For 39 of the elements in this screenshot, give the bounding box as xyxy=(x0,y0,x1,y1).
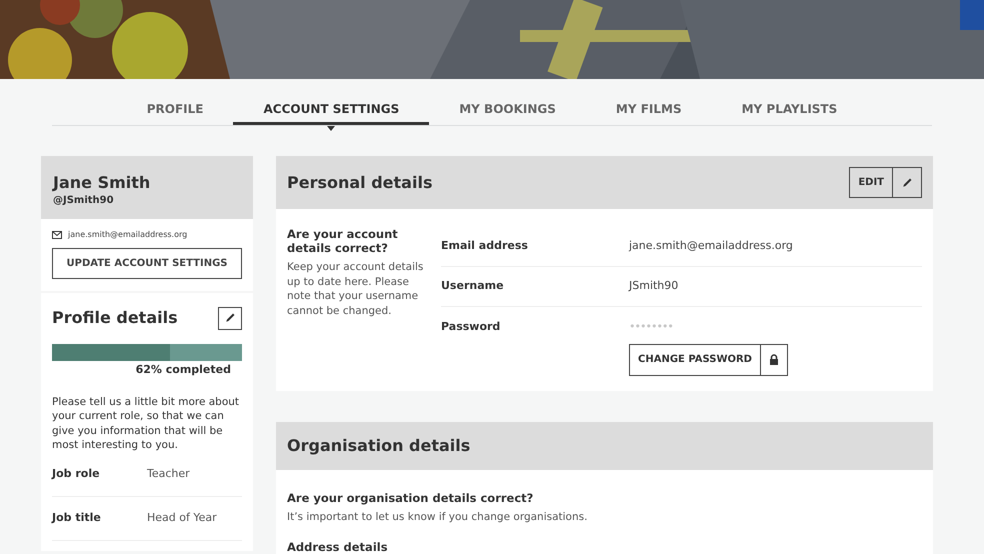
subheading: Address details xyxy=(287,538,389,554)
tab[interactable]: MY PLAYLISTS xyxy=(712,95,868,125)
edit-button[interactable]: EDIT xyxy=(849,167,922,198)
field-value: Head of Year xyxy=(147,510,217,526)
field-label: Password xyxy=(441,319,502,335)
question-heading: Are your account details correct? xyxy=(287,227,399,255)
field-label: Job title xyxy=(52,510,102,526)
field-value: JSmith90 xyxy=(629,278,678,294)
user-name: Jane Smith xyxy=(53,173,152,193)
tab[interactable]: ACCOUNT SETTINGS xyxy=(233,95,430,125)
progress-label: 62% completed xyxy=(134,362,232,378)
caret-icon xyxy=(327,126,336,131)
field-value: •••••••• xyxy=(629,319,674,335)
field-label: Job role xyxy=(52,466,101,482)
field-label: Email address xyxy=(441,238,529,254)
tab[interactable]: MY FILMS xyxy=(586,95,712,125)
field-value: jane.smith@emailaddress.org xyxy=(629,238,793,254)
field-value: Teacher xyxy=(147,466,190,482)
lock-icon xyxy=(768,354,779,365)
panel-title: Organisation details xyxy=(287,434,470,456)
field-label: Username xyxy=(441,278,505,294)
change-password-button[interactable]: CHANGE PASSWORD xyxy=(629,344,788,376)
tab[interactable]: MY BOOKINGS xyxy=(429,95,586,125)
user-handle: @JSmith90 xyxy=(53,194,115,208)
edit-label: EDIT xyxy=(850,168,893,197)
button-label: CHANGE PASSWORD xyxy=(630,344,761,374)
update-account-button[interactable]: UPDATE ACCOUNT SETTINGS xyxy=(52,248,242,279)
panel-title: Personal details xyxy=(287,172,432,194)
card-title: Profile details xyxy=(52,307,178,329)
help-text: It’s important to let us know if you change organisations. xyxy=(287,510,588,525)
email-text: jane.smith@emailaddress.org xyxy=(68,229,188,241)
edit-button[interactable] xyxy=(218,306,242,330)
mail-icon xyxy=(52,231,62,239)
pencil-icon xyxy=(224,312,236,324)
pencil-icon xyxy=(901,176,913,188)
help-text: Keep your account details up to date here. Please note that your username cannot be changed. xyxy=(287,260,424,318)
description: Please tell us a little bit more about your current role, so that we can give you information that will be most interesting to you. xyxy=(52,394,240,452)
question-heading: Are your organisation details correct? xyxy=(287,490,534,506)
tab[interactable]: PROFILE xyxy=(116,95,234,125)
